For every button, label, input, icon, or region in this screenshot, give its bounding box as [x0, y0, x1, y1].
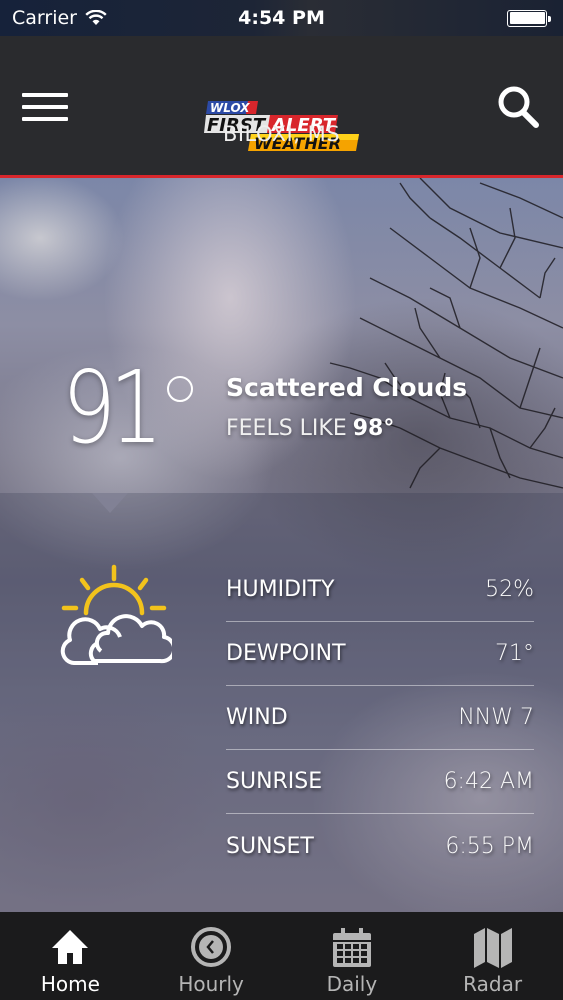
- degree-symbol: [167, 376, 193, 402]
- detail-row-humidity: HUMIDITY 52%: [226, 558, 534, 622]
- current-temperature: 91: [62, 349, 163, 466]
- detail-value: 6:55 PM: [445, 833, 534, 859]
- tab-label: Radar: [463, 972, 523, 996]
- detail-value: 71°: [495, 641, 534, 666]
- wifi-icon: [85, 10, 107, 25]
- tab-label: Hourly: [178, 972, 244, 996]
- current-condition: Scattered Clouds: [226, 373, 468, 402]
- tab-daily[interactable]: Daily: [282, 912, 423, 1000]
- feels-like-value: 98°: [352, 416, 395, 441]
- city-name: BILOXI, MS: [222, 122, 341, 146]
- detail-value: 52%: [485, 577, 534, 602]
- hamburger-menu-icon: [22, 93, 68, 97]
- svg-text:WLOX: WLOX: [210, 101, 250, 115]
- feels-like-label: FEELS LIKE: [226, 416, 347, 441]
- detail-row-wind: WIND NNW 7: [226, 686, 534, 750]
- bottom-tab-bar: Home Hourly Daily Radar: [0, 912, 563, 1000]
- weather-details-list: HUMIDITY 52% DEWPOINT 71° WIND NNW 7 SUN…: [226, 558, 534, 878]
- search-icon: [498, 86, 539, 128]
- home-icon: [52, 930, 89, 964]
- detail-label: WIND: [226, 705, 288, 730]
- battery-icon: [507, 9, 551, 27]
- weather-background: 91 Scattered Clouds FEELS LIKE 98° HUMIDI…: [0, 178, 563, 912]
- tab-radar[interactable]: Radar: [422, 912, 563, 1000]
- map-icon: [473, 928, 512, 968]
- detail-label: DEWPOINT: [226, 641, 346, 666]
- partly-cloudy-icon: [60, 564, 172, 665]
- carrier-label: Carrier: [12, 7, 77, 29]
- detail-row-dewpoint: DEWPOINT 71°: [226, 622, 534, 686]
- detail-value: 6:42 AM: [443, 769, 534, 794]
- tab-hourly[interactable]: Hourly: [141, 912, 282, 1000]
- detail-label: SUNSET: [226, 833, 314, 859]
- detail-row-sunrise: SUNRISE 6:42 AM: [226, 750, 534, 814]
- hamburger-menu-button[interactable]: [22, 93, 68, 123]
- feels-like: FEELS LIKE 98°: [226, 416, 394, 441]
- calendar-icon: [332, 928, 371, 967]
- tab-label: Home: [40, 972, 100, 996]
- panel-pointer: [92, 493, 128, 513]
- app-header: WLOX FIRST ALERT WEATHER BILOXI, MS: [0, 36, 563, 175]
- search-button[interactable]: [494, 84, 544, 130]
- detail-value: NNW 7: [458, 705, 534, 730]
- clock-icon: [191, 927, 232, 967]
- tab-home[interactable]: Home: [0, 912, 141, 1000]
- detail-label: SUNRISE: [226, 769, 323, 794]
- status-bar: Carrier 4:54 PM: [0, 0, 563, 36]
- tab-label: Daily: [326, 972, 378, 996]
- detail-label: HUMIDITY: [226, 577, 335, 602]
- detail-row-sunset: SUNSET 6:55 PM: [226, 814, 534, 878]
